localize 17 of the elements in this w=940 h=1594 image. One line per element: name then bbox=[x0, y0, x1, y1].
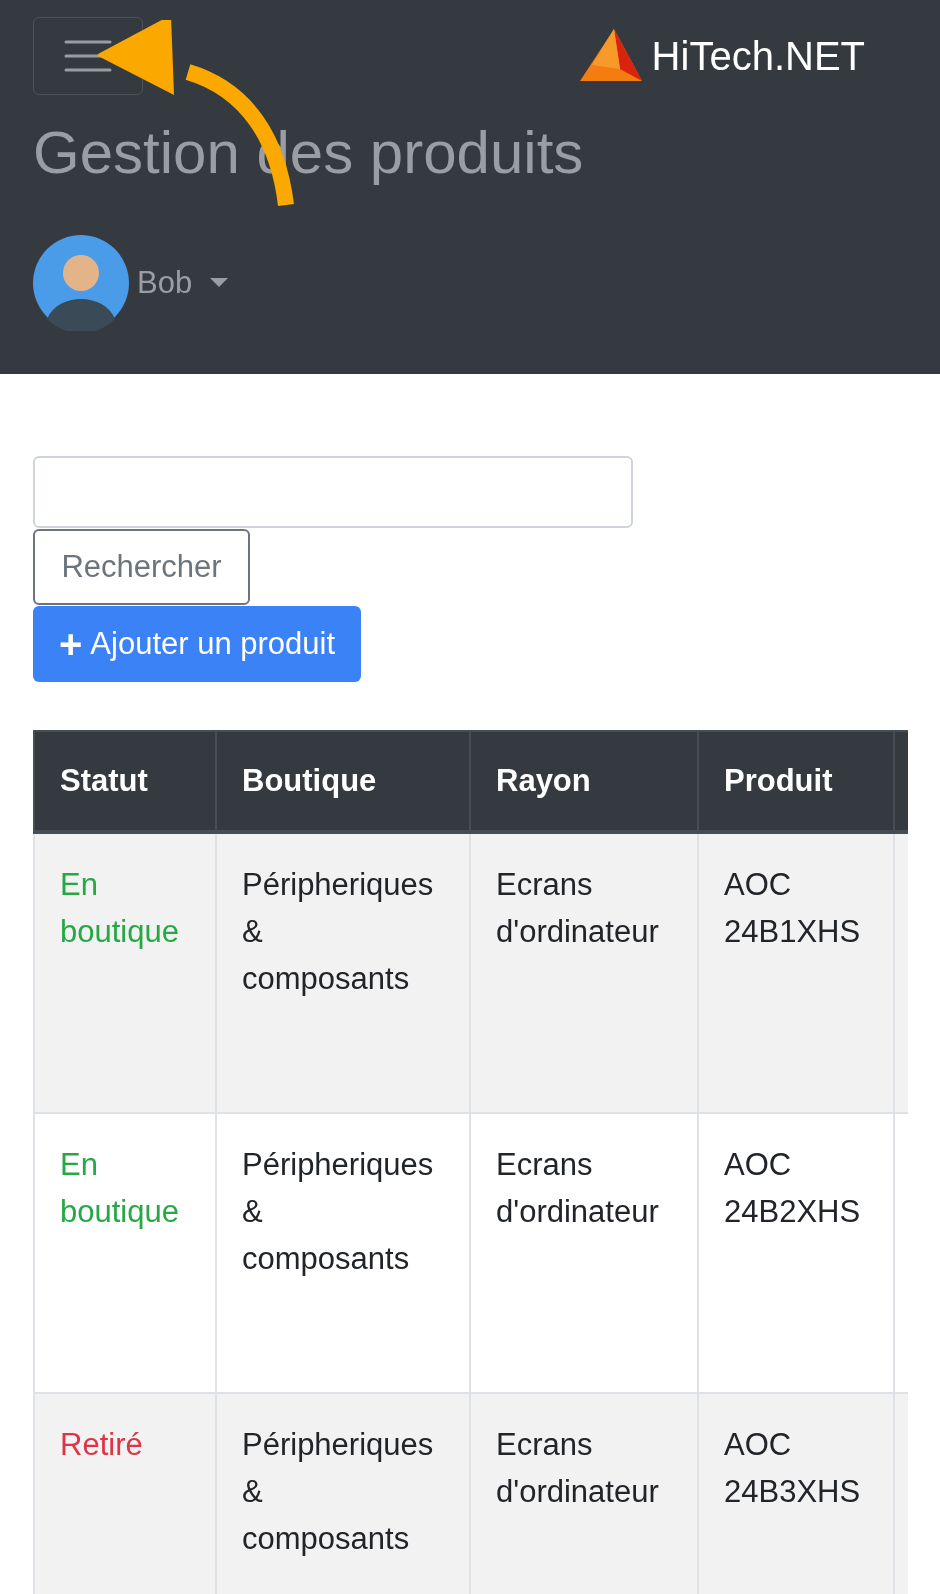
brand-name: HiTech.NET bbox=[651, 33, 865, 79]
column-header: Rayon bbox=[470, 731, 698, 832]
table-cell: Ecrans d'ordinateur bbox=[470, 832, 698, 1113]
add-product-button[interactable]: + Ajouter un produit bbox=[33, 606, 362, 682]
status-cell: Retiré bbox=[34, 1393, 216, 1594]
table-cell: Péripheriques & composants bbox=[216, 832, 470, 1113]
search-field[interactable] bbox=[33, 456, 633, 528]
triangle-logo-icon bbox=[579, 29, 642, 83]
table-cell: AOC 24B1XHS bbox=[698, 832, 894, 1113]
column-header: Produit bbox=[698, 731, 894, 832]
column-header: Boutique bbox=[216, 731, 470, 832]
plus-icon: + bbox=[59, 624, 83, 664]
user-menu[interactable]: Bob bbox=[137, 265, 229, 301]
search-button[interactable]: Rechercher bbox=[33, 529, 250, 605]
caret-icon bbox=[210, 278, 229, 288]
status-cell: En boutique bbox=[34, 832, 216, 1113]
column-header: Statut bbox=[34, 731, 216, 832]
